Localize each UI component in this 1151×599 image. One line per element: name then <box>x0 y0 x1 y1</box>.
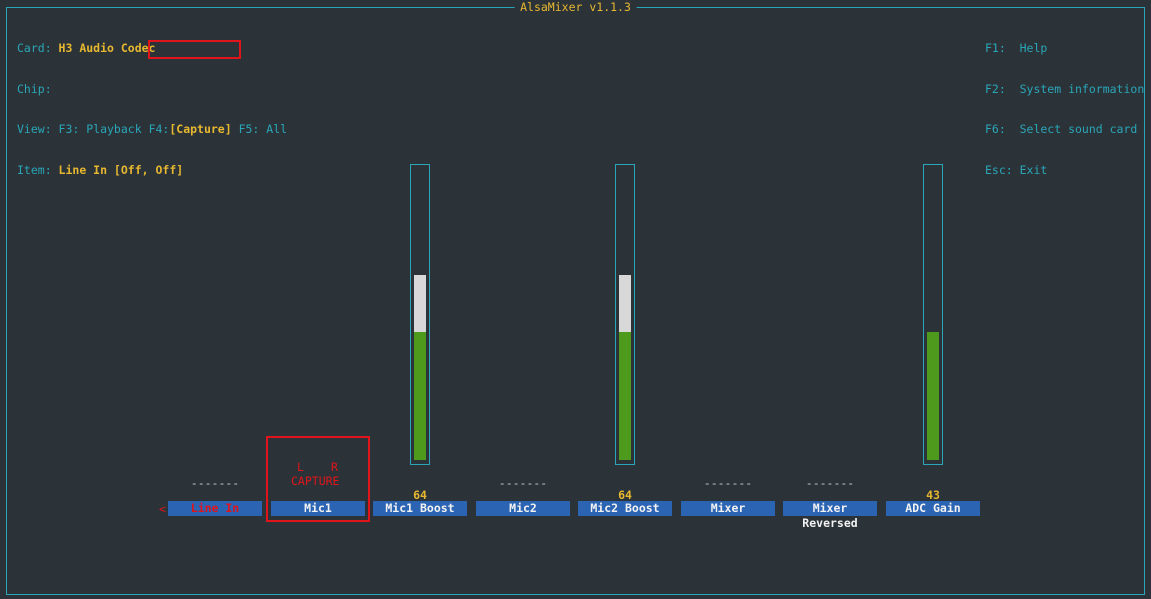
help-item-f6[interactable]: F6: Select sound card <box>985 122 1144 137</box>
help-block: F1: Help F2: System information F6: Sele… <box>985 15 1144 191</box>
adc-gain-value: 43 <box>926 488 940 502</box>
view-all-tab[interactable]: F5: All <box>232 122 287 136</box>
item-label: Item: <box>17 162 59 177</box>
adc-gain-fill-green <box>927 332 939 460</box>
view-capture-tab[interactable]: [Capture] <box>169 122 231 136</box>
mic2-boost-bar[interactable] <box>615 164 635 465</box>
capture-tab-highlight <box>148 40 241 59</box>
mic1-boost-bar[interactable] <box>410 164 430 465</box>
help-item-f2[interactable]: F2: System information <box>985 82 1144 97</box>
control-adc-gain[interactable]: ADC Gain <box>886 501 980 516</box>
control-mixer[interactable]: Mixer <box>681 501 775 516</box>
help-item-esc[interactable]: Esc: Exit <box>985 163 1144 178</box>
item-value: Line In [Off, Off] <box>58 162 184 177</box>
control-mic2[interactable]: Mic2 <box>476 501 570 516</box>
item-line: Item: Line In [Off, Off] <box>17 162 287 178</box>
mixer-reversed-dashes: ------- <box>805 476 855 490</box>
control-mic1[interactable]: Mic1 <box>271 501 365 516</box>
chip-label: Chip: <box>17 81 52 96</box>
card-label: Card: <box>17 41 59 55</box>
view-line: View: F3: Playback F4:[Capture] F5: All <box>17 122 287 137</box>
mic1-boost-value: 64 <box>413 488 427 502</box>
mic1-boost-fill-green <box>414 332 426 460</box>
mic2-boost-value: 64 <box>618 488 632 502</box>
app-title: AlsaMixer v1.1.3 <box>514 1 637 14</box>
chip-line: Chip: <box>17 81 287 97</box>
mic2-boost-fill-white <box>619 275 631 332</box>
help-item-f1[interactable]: F1: Help <box>985 41 1144 56</box>
view-playback-tab[interactable]: F3: Playback <box>59 122 149 136</box>
control-line-in[interactable]: Line In <box>168 501 262 516</box>
adc-gain-bar[interactable] <box>923 164 943 465</box>
card-value: H3 Audio Codec <box>58 41 156 55</box>
line-in-dashes: ------- <box>190 476 240 490</box>
view-capture-key[interactable]: F4: <box>149 122 170 136</box>
mic2-boost-fill-green <box>619 332 631 460</box>
view-label: View: <box>17 122 59 136</box>
mic2-dashes: ------- <box>498 476 548 490</box>
mic1-boost-fill-white <box>414 275 426 332</box>
control-mixer-reversed[interactable]: Mixer Reversed <box>783 501 877 530</box>
control-mic2-boost[interactable]: Mic2 Boost <box>578 501 672 516</box>
mixer-dashes: ------- <box>703 476 753 490</box>
control-mic1-boost[interactable]: Mic1 Boost <box>373 501 467 516</box>
selection-arrow: < <box>159 502 166 516</box>
